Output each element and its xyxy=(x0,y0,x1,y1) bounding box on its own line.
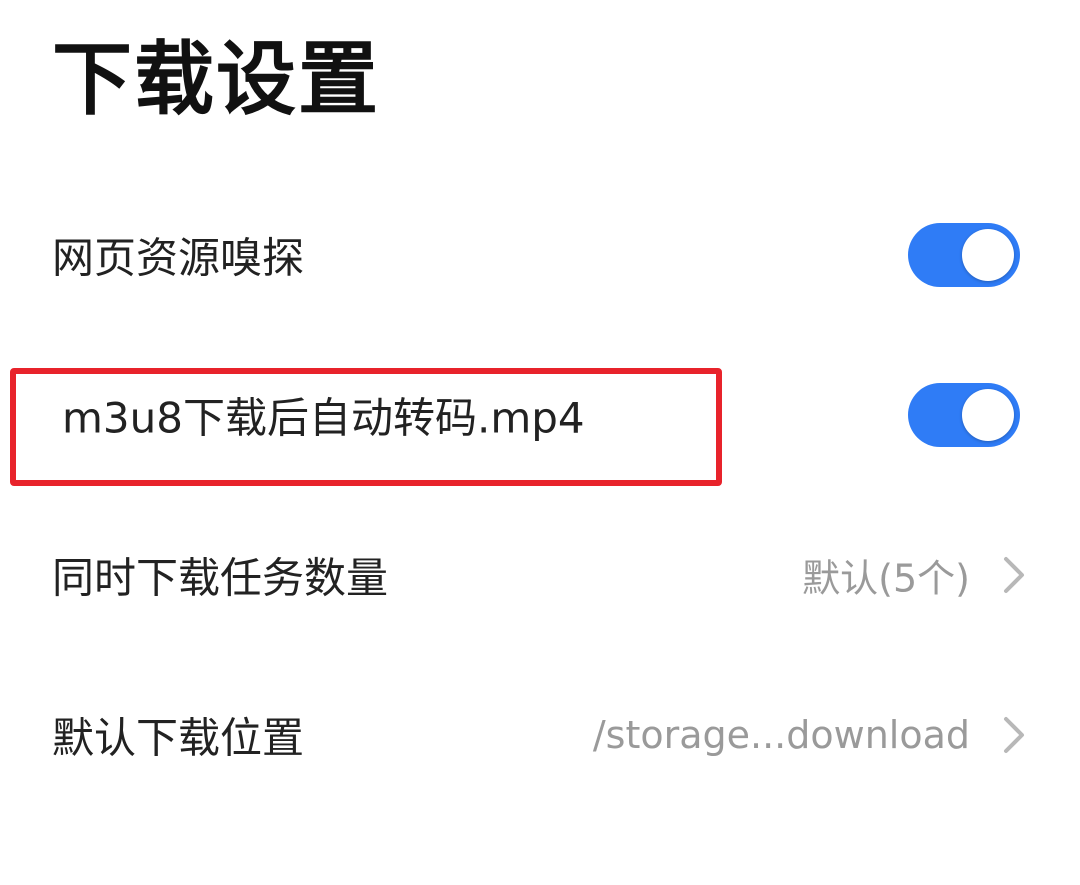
setting-label: m3u8下载后自动转码.mp4 xyxy=(62,393,585,443)
toggle-knob xyxy=(962,389,1014,441)
setting-label: 同时下载任务数量 xyxy=(52,553,389,603)
resource-sniffing-toggle[interactable] xyxy=(908,223,1020,287)
setting-value: 默认(5个) xyxy=(802,556,970,601)
setting-row-resource-sniffing[interactable]: 网页资源嗅探 xyxy=(0,180,1080,330)
setting-label: 网页资源嗅探 xyxy=(52,233,305,283)
setting-label: 默认下载位置 xyxy=(52,713,305,763)
page-title: 下载设置 xyxy=(52,33,380,126)
chevron-right-icon xyxy=(1004,557,1024,593)
m3u8-transcode-toggle[interactable] xyxy=(908,383,1020,447)
toggle-knob xyxy=(962,229,1014,281)
setting-row-m3u8-transcode[interactable]: m3u8下载后自动转码.mp4 xyxy=(0,340,1080,490)
setting-value: /storage...download xyxy=(592,713,970,757)
chevron-right-icon xyxy=(1004,717,1024,753)
setting-row-concurrent-tasks[interactable]: 同时下载任务数量 默认(5个) xyxy=(0,500,1080,650)
setting-row-download-location[interactable]: 默认下载位置 /storage...download xyxy=(0,660,1080,810)
